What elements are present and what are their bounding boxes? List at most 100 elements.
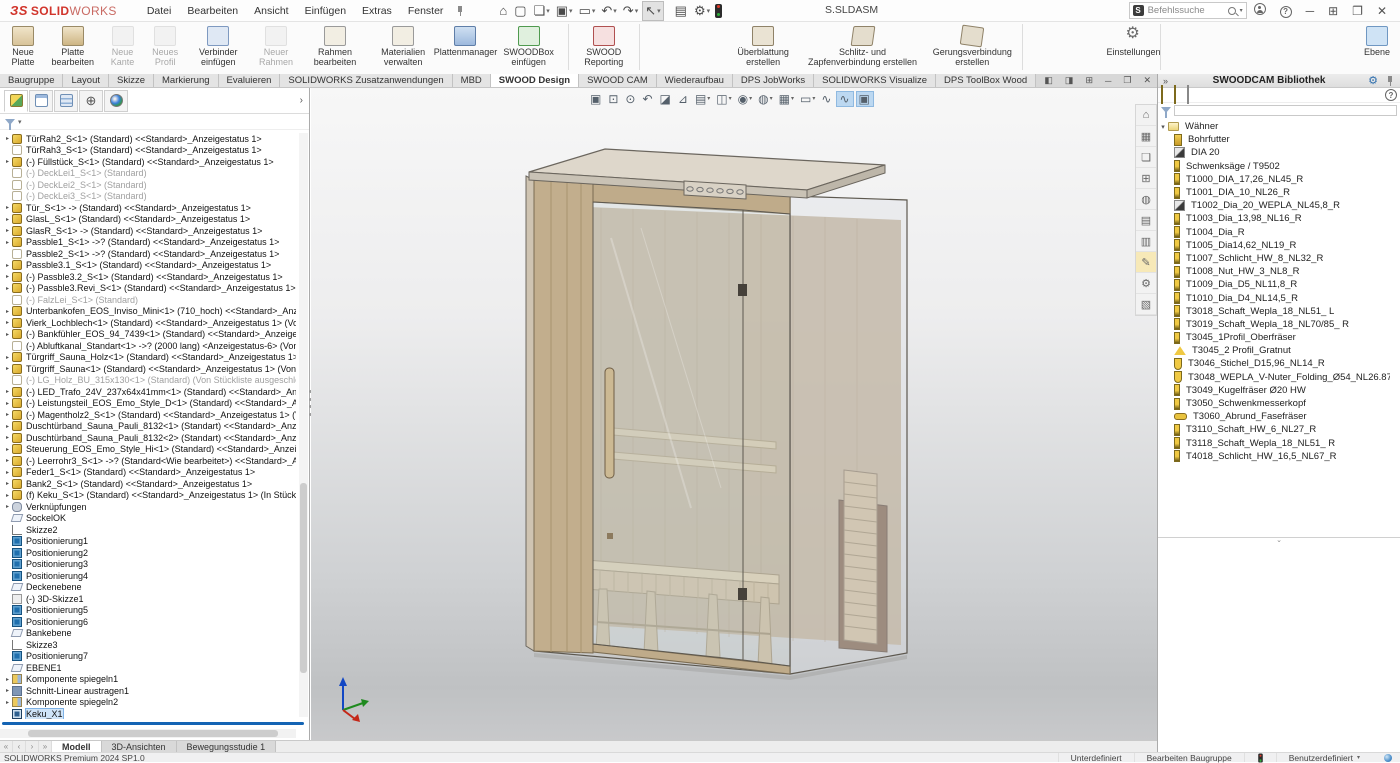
tab-nav-button[interactable]: › xyxy=(26,741,39,752)
expand-arrow-icon[interactable]: ▸ xyxy=(3,158,12,165)
dropdown-caret-icon[interactable]: ▾ xyxy=(635,7,639,15)
feature-tree-item[interactable]: Skizze3 xyxy=(0,639,296,651)
document-tab[interactable]: 3D-Ansichten xyxy=(102,741,177,752)
feature-tree-item[interactable]: SockelOK xyxy=(0,513,296,525)
expand-arrow-icon[interactable]: ▸ xyxy=(3,227,12,234)
feature-tree-item[interactable]: ▸ Steuerung_EOS_Emo_Style_Hi<1> (Standar… xyxy=(0,444,296,456)
feature-tree-item[interactable]: (-) DeckLei3_S<1> (Standard) xyxy=(0,191,296,203)
menu-item[interactable]: Datei xyxy=(139,2,180,20)
quick-access-button[interactable]: ▣ ▾ xyxy=(554,2,575,20)
tree-horizontal-scrollbar[interactable] xyxy=(0,729,296,738)
heads-up-button[interactable]: ∿ xyxy=(836,91,853,107)
expand-arrow-icon[interactable]: ▸ xyxy=(3,492,12,499)
filter-funnel-icon[interactable] xyxy=(1161,107,1171,113)
command-tab[interactable]: SWOOD Design xyxy=(491,74,579,87)
quick-access-button[interactable]: ↖ ▾ xyxy=(642,1,663,21)
expand-arrow-icon[interactable]: ▸ xyxy=(3,365,12,372)
login-button[interactable] xyxy=(1247,1,1273,20)
feature-tree-item[interactable]: Bankebene xyxy=(0,628,296,640)
task-pane-button[interactable]: ⊞ xyxy=(1136,168,1156,189)
heads-up-button[interactable]: ▭ ▾ xyxy=(798,91,817,107)
feature-tree-item[interactable]: Keku_X1 xyxy=(0,708,296,719)
dropdown-caret-icon[interactable]: ▾ xyxy=(546,7,550,15)
tool-item[interactable]: T1002_Dia_20_WEPLA_NL45,8_R xyxy=(1158,199,1390,212)
expand-arrow-icon[interactable]: ▸ xyxy=(3,676,12,683)
heads-up-button[interactable]: ∿ xyxy=(819,91,834,107)
expand-arrow-icon[interactable]: ▸ xyxy=(3,204,12,211)
expand-arrow-icon[interactable]: ▸ xyxy=(3,388,12,395)
expand-arrow-icon[interactable]: ▸ xyxy=(3,423,12,430)
library-filter-input[interactable] xyxy=(1174,105,1397,116)
quick-access-button[interactable] xyxy=(666,10,671,12)
rollback-bar[interactable] xyxy=(2,722,304,725)
tool-item[interactable]: T3110_Schaft_HW_6_NL27_R xyxy=(1158,423,1390,436)
ribbon-button[interactable]: Materialien verwalten xyxy=(368,24,438,70)
doc-window-button[interactable]: ⊞ xyxy=(1079,75,1099,86)
tool-item[interactable]: T3050_Schwenkmesserkopf xyxy=(1158,397,1390,410)
tool-item[interactable]: T4018_Schlicht_HW_16,5_NL67_R xyxy=(1158,450,1390,463)
heads-up-button[interactable]: ⊙ xyxy=(623,91,638,107)
heads-up-button[interactable]: ▣ xyxy=(588,91,604,107)
window-control-button[interactable]: ⊞ xyxy=(1321,2,1345,20)
tab-nav-button[interactable]: « xyxy=(0,741,13,752)
feature-tree-item[interactable]: (-) Abluftkanal_Standart<1> ->? (2000 la… xyxy=(0,340,296,352)
expand-arrow-icon[interactable]: ▸ xyxy=(3,457,12,464)
menu-item[interactable]: Ansicht xyxy=(246,2,296,20)
units-selector[interactable]: Benutzerdefiniert▾ xyxy=(1276,753,1376,762)
feature-tree-item[interactable]: ▸ (-) LED_Trafo_24V_237x64x41mm<1> (Stan… xyxy=(0,386,296,398)
dropdown-caret-icon[interactable]: ▾ xyxy=(729,95,732,102)
feature-tree-item[interactable]: Positionierung5 xyxy=(0,605,296,617)
quick-access-button[interactable]: ⌂ xyxy=(497,2,510,19)
heads-up-button[interactable]: ◪ xyxy=(658,91,674,107)
pin-menu-icon[interactable] xyxy=(455,6,464,15)
feature-tree-item[interactable]: ▸ GlasL_S<1> (Standard) <<Standard>_Anze… xyxy=(0,214,296,226)
quick-access-button[interactable]: ▢ xyxy=(512,2,529,20)
feature-tree-item[interactable]: ▸ Komponente spiegeln1 xyxy=(0,674,296,686)
interference-traffic-light-icon[interactable] xyxy=(715,4,722,18)
ribbon-button[interactable]: Neuer Rahmen xyxy=(250,24,302,70)
search-icon[interactable] xyxy=(1228,7,1236,15)
command-tab[interactable]: SOLIDWORKS Zusatzanwendungen xyxy=(280,74,452,87)
tool-group-row[interactable]: ▾ Wähner xyxy=(1158,120,1390,133)
tool-item[interactable]: T1009_Dia_D5_NL11,8_R xyxy=(1158,278,1390,291)
command-search[interactable]: S Befehlssuche ▾ xyxy=(1129,2,1247,19)
ribbon-button[interactable]: Neues Profil xyxy=(144,24,187,70)
filter-funnel-icon[interactable] xyxy=(5,119,15,125)
tool-item[interactable]: T1004_Dia_R xyxy=(1158,226,1390,239)
ribbon-button[interactable] xyxy=(1022,24,1023,70)
tool-item[interactable]: T1005_Dia14,62_NL19_R xyxy=(1158,239,1390,252)
expand-arrow-icon[interactable]: ▸ xyxy=(3,135,12,142)
feature-tree-item[interactable]: (-) DeckLei2_S<1> (Standard) xyxy=(0,179,296,191)
command-tab[interactable]: Baugruppe xyxy=(0,74,63,87)
library-help-icon[interactable]: ? xyxy=(1385,89,1397,101)
feature-tree-item[interactable]: Passble2_S<1> ->? (Standard) <<Standard>… xyxy=(0,248,296,260)
doc-window-button[interactable]: ◧ xyxy=(1038,75,1059,86)
ribbon-button[interactable]: Überblattung erstellen xyxy=(727,24,800,70)
traffic-light-status[interactable] xyxy=(1244,753,1276,762)
ribbon-button[interactable]: Rahmen bearbeiten xyxy=(302,24,368,70)
command-tab[interactable]: Skizze xyxy=(109,74,154,87)
collapse-arrow-icon[interactable]: ▾ xyxy=(1158,123,1168,131)
tool-item[interactable]: Bohrfutter xyxy=(1158,133,1390,146)
scrollbar-thumb[interactable] xyxy=(300,483,307,673)
feature-tree-item[interactable]: ▸ Passble3.1_S<1> (Standard) <<Standard>… xyxy=(0,260,296,272)
command-tab[interactable]: MBD xyxy=(453,74,491,87)
tree-vertical-scrollbar[interactable] xyxy=(299,133,308,717)
window-control-button[interactable]: ─ xyxy=(1299,2,1322,20)
feature-tree-item[interactable]: ▸ Türgriff_Sauna<1> (Standard) <<Standar… xyxy=(0,363,296,375)
expand-arrow-icon[interactable]: ▸ xyxy=(3,434,12,441)
doc-window-button[interactable]: ─ xyxy=(1099,76,1117,86)
ribbon-button[interactable]: Neue Kante xyxy=(102,24,144,70)
document-tab[interactable]: Modell xyxy=(52,741,102,752)
tool-item[interactable]: T1008_Nut_HW_3_NL8_R xyxy=(1158,265,1390,278)
feature-tree-item[interactable]: Positionierung7 xyxy=(0,651,296,663)
expand-arrow-icon[interactable]: ▸ xyxy=(3,285,12,292)
units-caret-icon[interactable]: ▾ xyxy=(1353,754,1364,761)
quick-access-button[interactable]: ↶ ▾ xyxy=(599,2,618,20)
ribbon-button[interactable]: Einstellungen xyxy=(1110,24,1157,60)
feature-tree-item[interactable]: ▸ Verknüpfungen xyxy=(0,501,296,513)
feature-tree-item[interactable]: Positionierung3 xyxy=(0,559,296,571)
heads-up-button[interactable]: ◫ ▾ xyxy=(714,91,733,107)
tool-item[interactable]: T3060_Abrund_Fasefräser xyxy=(1158,410,1390,423)
heads-up-button[interactable]: ⊡ xyxy=(606,91,621,107)
